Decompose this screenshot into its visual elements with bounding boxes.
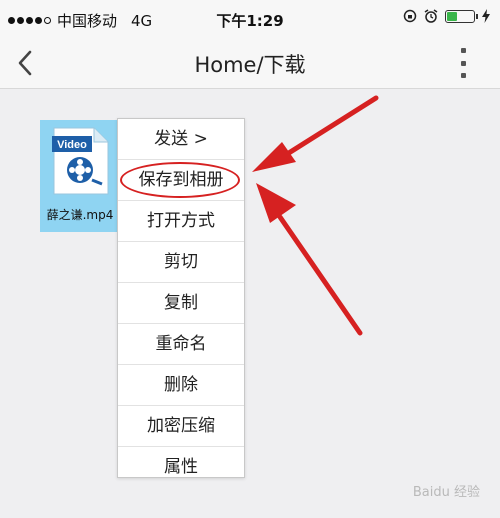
more-dot-icon — [460, 60, 466, 66]
video-file-icon: Video — [52, 127, 109, 195]
menu-item-properties[interactable]: 属性 — [118, 447, 244, 487]
status-right — [403, 9, 490, 23]
annotation-arrow-upper — [252, 95, 379, 172]
more-dot-icon — [460, 48, 466, 53]
menu-item-open-with[interactable]: 打开方式 — [118, 201, 244, 242]
menu-item-delete[interactable]: 删除 — [118, 365, 244, 406]
menu-item-save-to-album[interactable]: 保存到相册 — [118, 160, 244, 201]
battery-level — [447, 11, 457, 21]
menu-item-copy[interactable]: 复制 — [118, 283, 244, 324]
watermark-logo: Baidu 经验 — [412, 485, 480, 500]
charging-bolt-icon — [482, 9, 490, 23]
video-badge-text: Video — [57, 139, 87, 151]
rotation-lock-icon — [403, 9, 417, 23]
more-options-button[interactable] — [458, 48, 468, 78]
page-title: Home/下载 — [194, 53, 306, 77]
menu-item-send[interactable]: 发送 > — [118, 119, 244, 160]
context-menu: 发送 > 保存到相册 打开方式 剪切 复制 重命名 删除 加密压缩 属性 — [117, 118, 245, 478]
file-name: 薛之谦.mp4 — [46, 208, 114, 222]
menu-item-rename[interactable]: 重命名 — [118, 324, 244, 365]
more-dot-icon — [460, 73, 466, 78]
alarm-clock-icon — [424, 9, 438, 23]
nav-bar: Home/下载 — [0, 38, 500, 89]
status-bar: 中国移动 4G 下午1:29 — [0, 0, 500, 38]
menu-item-cut[interactable]: 剪切 — [118, 242, 244, 283]
menu-item-encrypt-compress[interactable]: 加密压缩 — [118, 406, 244, 447]
annotation-arrow-lower — [256, 183, 363, 336]
file-tile[interactable]: Video 薛之谦.mp4 — [40, 120, 120, 232]
battery-icon — [445, 9, 478, 23]
